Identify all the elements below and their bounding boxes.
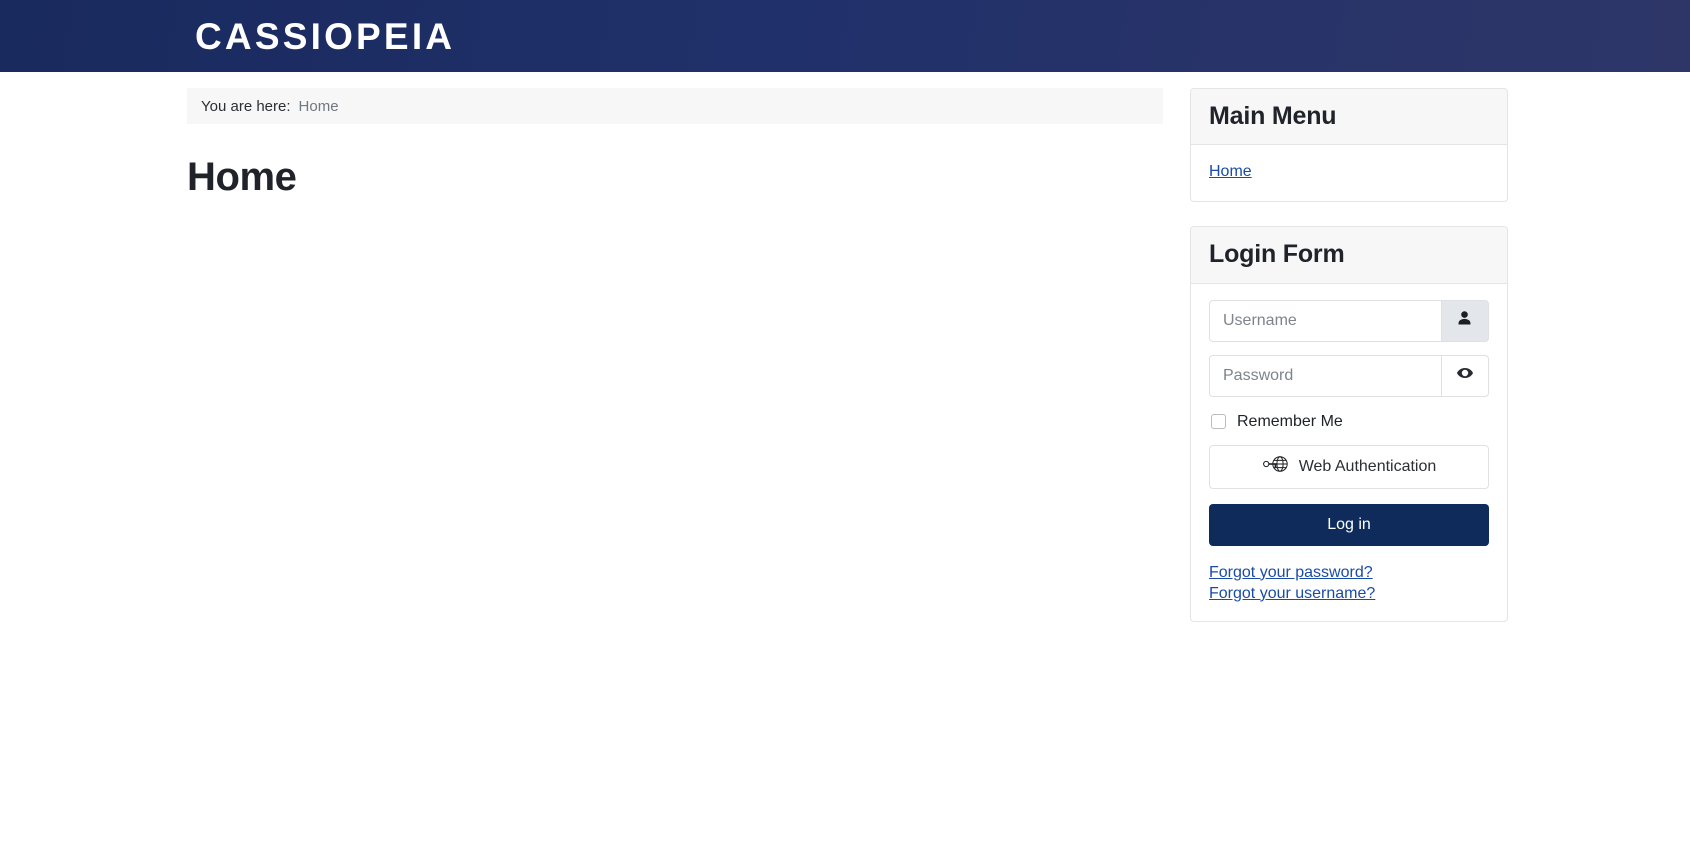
main-menu-title: Main Menu: [1209, 102, 1337, 130]
login-form-title: Login Form: [1209, 240, 1345, 269]
eye-icon: [1456, 364, 1474, 387]
breadcrumb-label: You are here:: [201, 97, 291, 115]
page-container: You are here: Home Home Main Menu Home L…: [0, 72, 1690, 646]
sidebar-item-home[interactable]: Home: [1209, 163, 1252, 180]
password-input[interactable]: [1209, 354, 1442, 397]
main-menu-body: Home: [1191, 145, 1507, 201]
passkey-globe-icon: [1262, 453, 1290, 480]
login-form-body: Remember Me: [1191, 284, 1507, 621]
forgot-links: Forgot your password? Forgot your userna…: [1209, 564, 1489, 603]
menu-item: Home: [1209, 161, 1489, 183]
main-menu-list: Home: [1209, 161, 1489, 183]
login-form-header: Login Form: [1191, 227, 1507, 284]
username-input[interactable]: [1209, 299, 1442, 342]
page-title: Home: [187, 155, 297, 199]
remember-me-row: Remember Me: [1211, 413, 1489, 431]
main-menu-header: Main Menu: [1191, 89, 1507, 146]
toggle-password-button[interactable]: [1441, 354, 1489, 397]
site-header: CASSIOPEIA: [0, 0, 1690, 72]
breadcrumb: You are here: Home: [187, 88, 1163, 124]
sidebar: Main Menu Home Login Form Username Remem…: [1190, 88, 1508, 646]
remember-me-label: Remember Me: [1237, 412, 1343, 430]
user-icon-button[interactable]: [1441, 299, 1489, 342]
main-menu-module: Main Menu Home: [1190, 88, 1508, 203]
username-group: [1209, 299, 1489, 342]
site-logo[interactable]: CASSIOPEIA: [195, 18, 455, 55]
forgot-username-link[interactable]: Forgot your username?: [1209, 585, 1489, 603]
login-button[interactable]: Log in: [1209, 503, 1489, 546]
breadcrumb-item-home: Home: [298, 97, 339, 115]
password-group: [1209, 354, 1489, 397]
web-authentication-label: Web Authentication: [1298, 457, 1437, 475]
remember-me-checkbox[interactable]: [1211, 414, 1226, 429]
login-form-module: Login Form Username Remember Me Web Auth…: [1190, 226, 1508, 622]
forgot-password-link[interactable]: Forgot your password?: [1209, 564, 1489, 582]
web-authentication-button[interactable]: Web Authentication: [1209, 444, 1489, 489]
main-content: You are here: Home Home: [187, 88, 1163, 199]
user-icon: [1456, 310, 1473, 332]
